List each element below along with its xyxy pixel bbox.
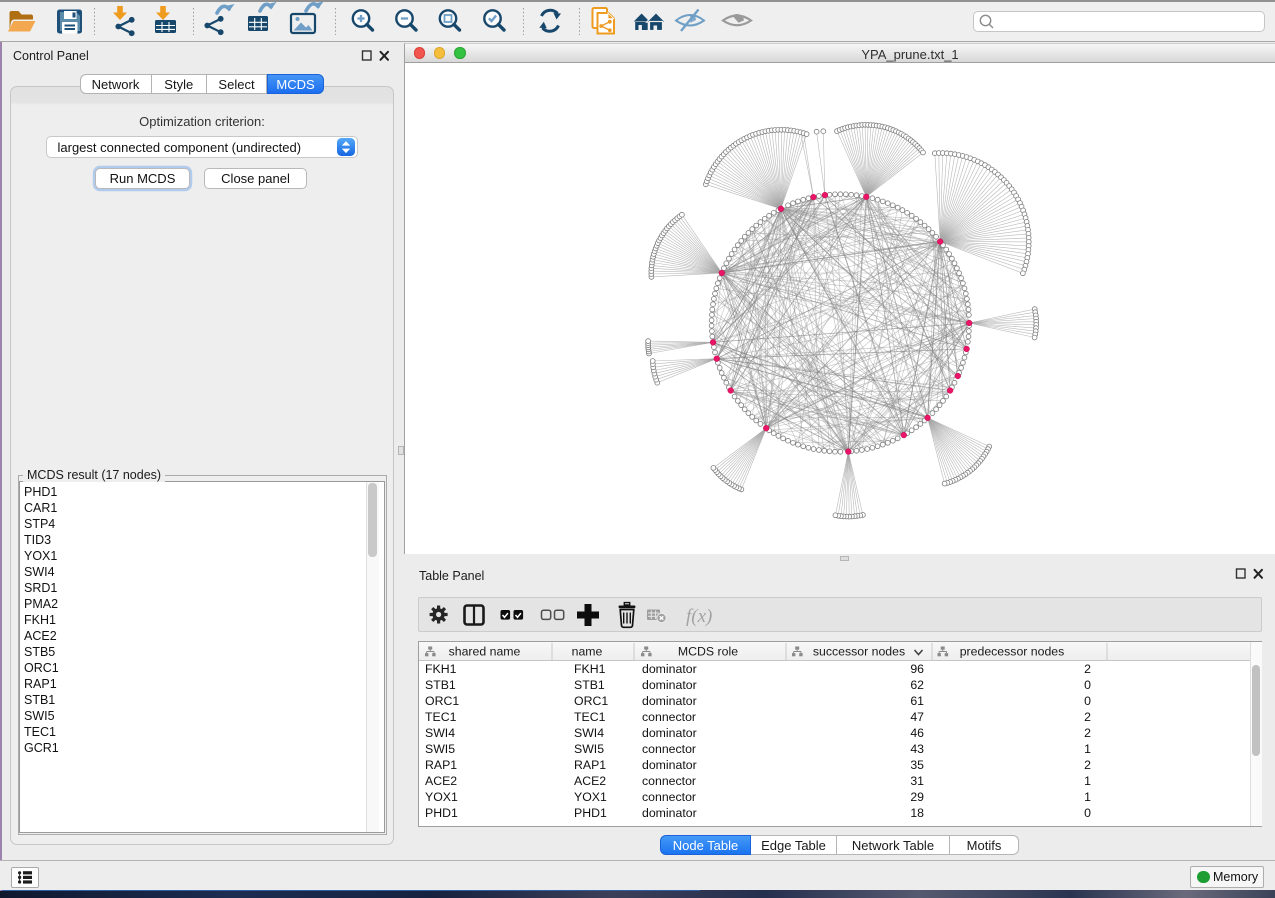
svg-text:MCDS role: MCDS role <box>678 645 738 659</box>
svg-text:shared name: shared name <box>449 645 521 659</box>
svg-text:successor nodes: successor nodes <box>813 645 905 659</box>
svg-text:f(x): f(x) <box>686 606 712 627</box>
svg-text:name: name <box>572 645 603 659</box>
svg-text:predecessor nodes: predecessor nodes <box>960 645 1065 659</box>
